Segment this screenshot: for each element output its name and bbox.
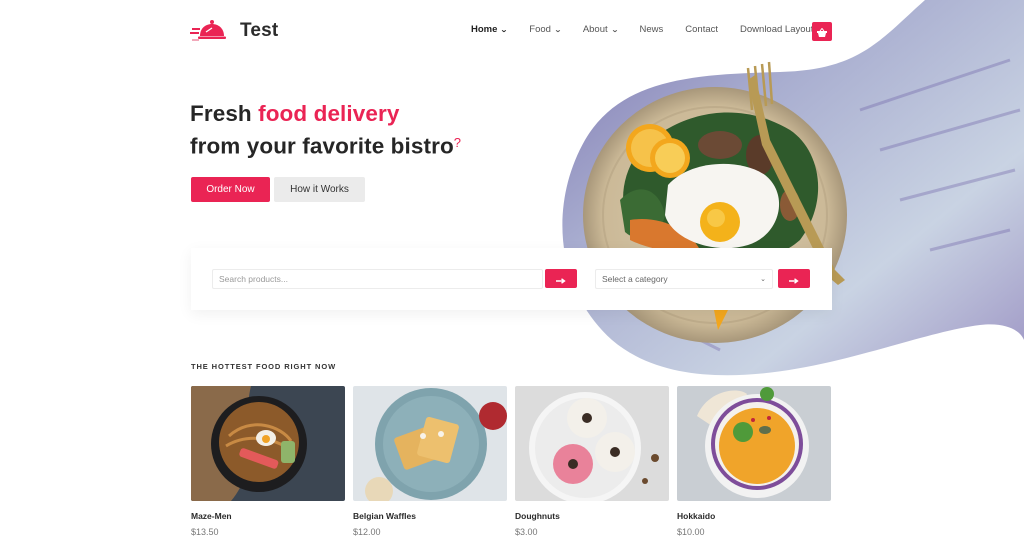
food-name[interactable]: Belgian Waffles bbox=[353, 511, 507, 521]
how-it-works-button[interactable]: How it Works bbox=[274, 177, 365, 202]
order-now-button[interactable]: Order Now bbox=[191, 177, 270, 202]
nav-item-download-layout[interactable]: Download Layout bbox=[740, 24, 813, 35]
question-mark: ? bbox=[453, 135, 462, 150]
food-image-pumpkin-soup[interactable] bbox=[677, 386, 831, 501]
chevron-down-icon: ⌄ bbox=[554, 26, 562, 34]
food-name[interactable]: Maze-Men bbox=[191, 511, 345, 521]
section-title-hottest: THE HOTTEST FOOD RIGHT NOW bbox=[191, 362, 337, 371]
chevron-down-icon: ⌄ bbox=[500, 26, 509, 34]
food-image-waffles-plate[interactable] bbox=[353, 386, 507, 501]
food-card[interactable]: Doughnuts $3.00 bbox=[515, 386, 669, 536]
food-price: $3.00 bbox=[515, 527, 538, 536]
nav-item-news[interactable]: News bbox=[640, 24, 664, 35]
nav-label: Food bbox=[529, 24, 551, 35]
food-card[interactable]: Maze-Men $13.50 bbox=[191, 386, 345, 536]
search-panel: Search products... Select a category ⌄ bbox=[191, 248, 832, 310]
nav-label: About bbox=[582, 24, 608, 35]
food-image-doughnuts-plate[interactable] bbox=[515, 386, 669, 501]
category-select[interactable]: Select a category ⌄ bbox=[595, 269, 773, 289]
food-price: $10.00 bbox=[677, 527, 705, 536]
site-header: Test Home ⌄ Food ⌄ About ⌄ News Contact … bbox=[190, 18, 834, 46]
category-submit-button[interactable] bbox=[778, 269, 810, 288]
nav-item-food[interactable]: Food ⌄ bbox=[529, 24, 561, 35]
cart-button[interactable] bbox=[812, 22, 832, 41]
food-cloche-delivery-icon bbox=[190, 18, 226, 44]
nav-item-about[interactable]: About ⌄ bbox=[582, 24, 619, 35]
food-name[interactable]: Hokkaido bbox=[677, 511, 831, 521]
hero-actions: Order Now How it Works bbox=[191, 177, 365, 202]
hero-background bbox=[562, 0, 1024, 376]
food-price: $12.00 bbox=[353, 527, 381, 536]
food-card[interactable]: Belgian Waffles $12.00 bbox=[353, 386, 507, 536]
nav-label: Contact bbox=[685, 24, 719, 35]
food-name[interactable]: Doughnuts bbox=[515, 511, 669, 521]
headline-accent: food delivery bbox=[258, 101, 400, 126]
nav-label: Home bbox=[471, 24, 498, 35]
brand-name: Test bbox=[240, 20, 279, 41]
hero-headline: Fresh food delivery from your favorite b… bbox=[190, 100, 461, 160]
search-input[interactable]: Search products... bbox=[212, 269, 543, 289]
food-card[interactable]: Hokkaido $10.00 bbox=[677, 386, 831, 536]
chevron-down-icon: ⌄ bbox=[610, 26, 619, 34]
nav-label: News bbox=[639, 24, 664, 35]
category-select-value: Select a category bbox=[602, 274, 668, 284]
food-image-noodle-bowl[interactable] bbox=[191, 386, 345, 501]
arrow-right-icon bbox=[556, 269, 566, 288]
food-price: $13.50 bbox=[191, 527, 219, 536]
brand-logo[interactable]: Test bbox=[190, 18, 278, 44]
food-card-list: Maze-Men $13.50 Belgian Waffles $12.00 D… bbox=[191, 386, 831, 536]
nav-item-contact[interactable]: Contact bbox=[685, 24, 718, 35]
search-submit-button[interactable] bbox=[545, 269, 577, 288]
nav-item-home[interactable]: Home ⌄ bbox=[471, 24, 509, 35]
nav-label: Download Layout bbox=[740, 24, 814, 35]
headline-text: Fresh bbox=[190, 101, 259, 126]
main-navigation: Home ⌄ Food ⌄ About ⌄ News Contact Downl… bbox=[471, 24, 835, 35]
chevron-down-icon: ⌄ bbox=[760, 276, 766, 283]
arrow-right-icon bbox=[789, 269, 799, 288]
headline-line2: from your favorite bistro bbox=[190, 133, 454, 159]
shopping-basket-icon bbox=[817, 22, 827, 41]
